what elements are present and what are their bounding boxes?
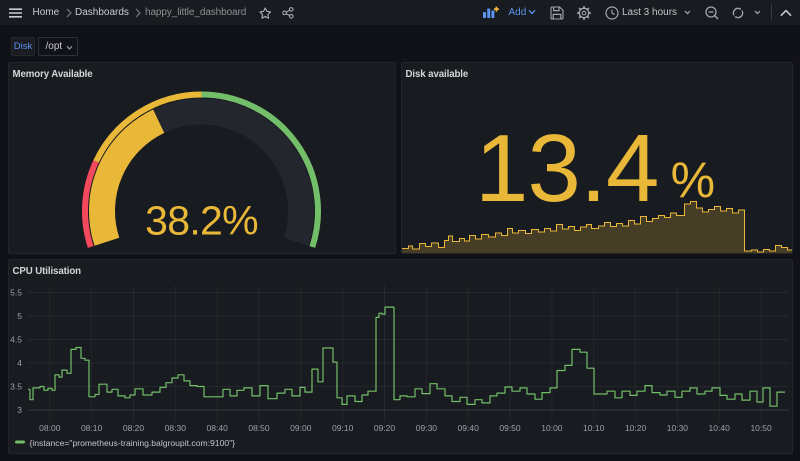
svg-text:3.5: 3.5 [10, 381, 22, 391]
svg-text:08:30: 08:30 [165, 423, 187, 433]
svg-text:10:50: 10:50 [750, 423, 772, 433]
svg-text:3: 3 [17, 405, 22, 415]
svg-text:{instance="prometheus-training: {instance="prometheus-training.balgroupi… [30, 437, 236, 447]
svg-text:08:50: 08:50 [248, 423, 270, 433]
svg-text:08:00: 08:00 [39, 423, 61, 433]
svg-text:4: 4 [17, 358, 22, 368]
svg-text:10:10: 10:10 [583, 423, 605, 433]
svg-text:09:50: 09:50 [499, 423, 521, 433]
svg-text:5: 5 [17, 311, 22, 321]
svg-text:09:40: 09:40 [458, 423, 480, 433]
svg-text:4.5: 4.5 [10, 334, 22, 344]
svg-text:08:20: 08:20 [123, 423, 145, 433]
svg-text:08:40: 08:40 [207, 423, 229, 433]
svg-text:38.2%: 38.2% [145, 197, 258, 243]
svg-text:09:30: 09:30 [416, 423, 438, 433]
svg-text:10:40: 10:40 [709, 423, 731, 433]
svg-text:5.5: 5.5 [10, 287, 22, 297]
svg-text:10:00: 10:00 [541, 423, 563, 433]
svg-text:08:10: 08:10 [81, 423, 103, 433]
svg-text:09:20: 09:20 [374, 423, 396, 433]
svg-text:09:10: 09:10 [332, 423, 354, 433]
svg-text:10:20: 10:20 [625, 423, 647, 433]
svg-text:09:00: 09:00 [290, 423, 312, 433]
svg-text:10:30: 10:30 [667, 423, 689, 433]
